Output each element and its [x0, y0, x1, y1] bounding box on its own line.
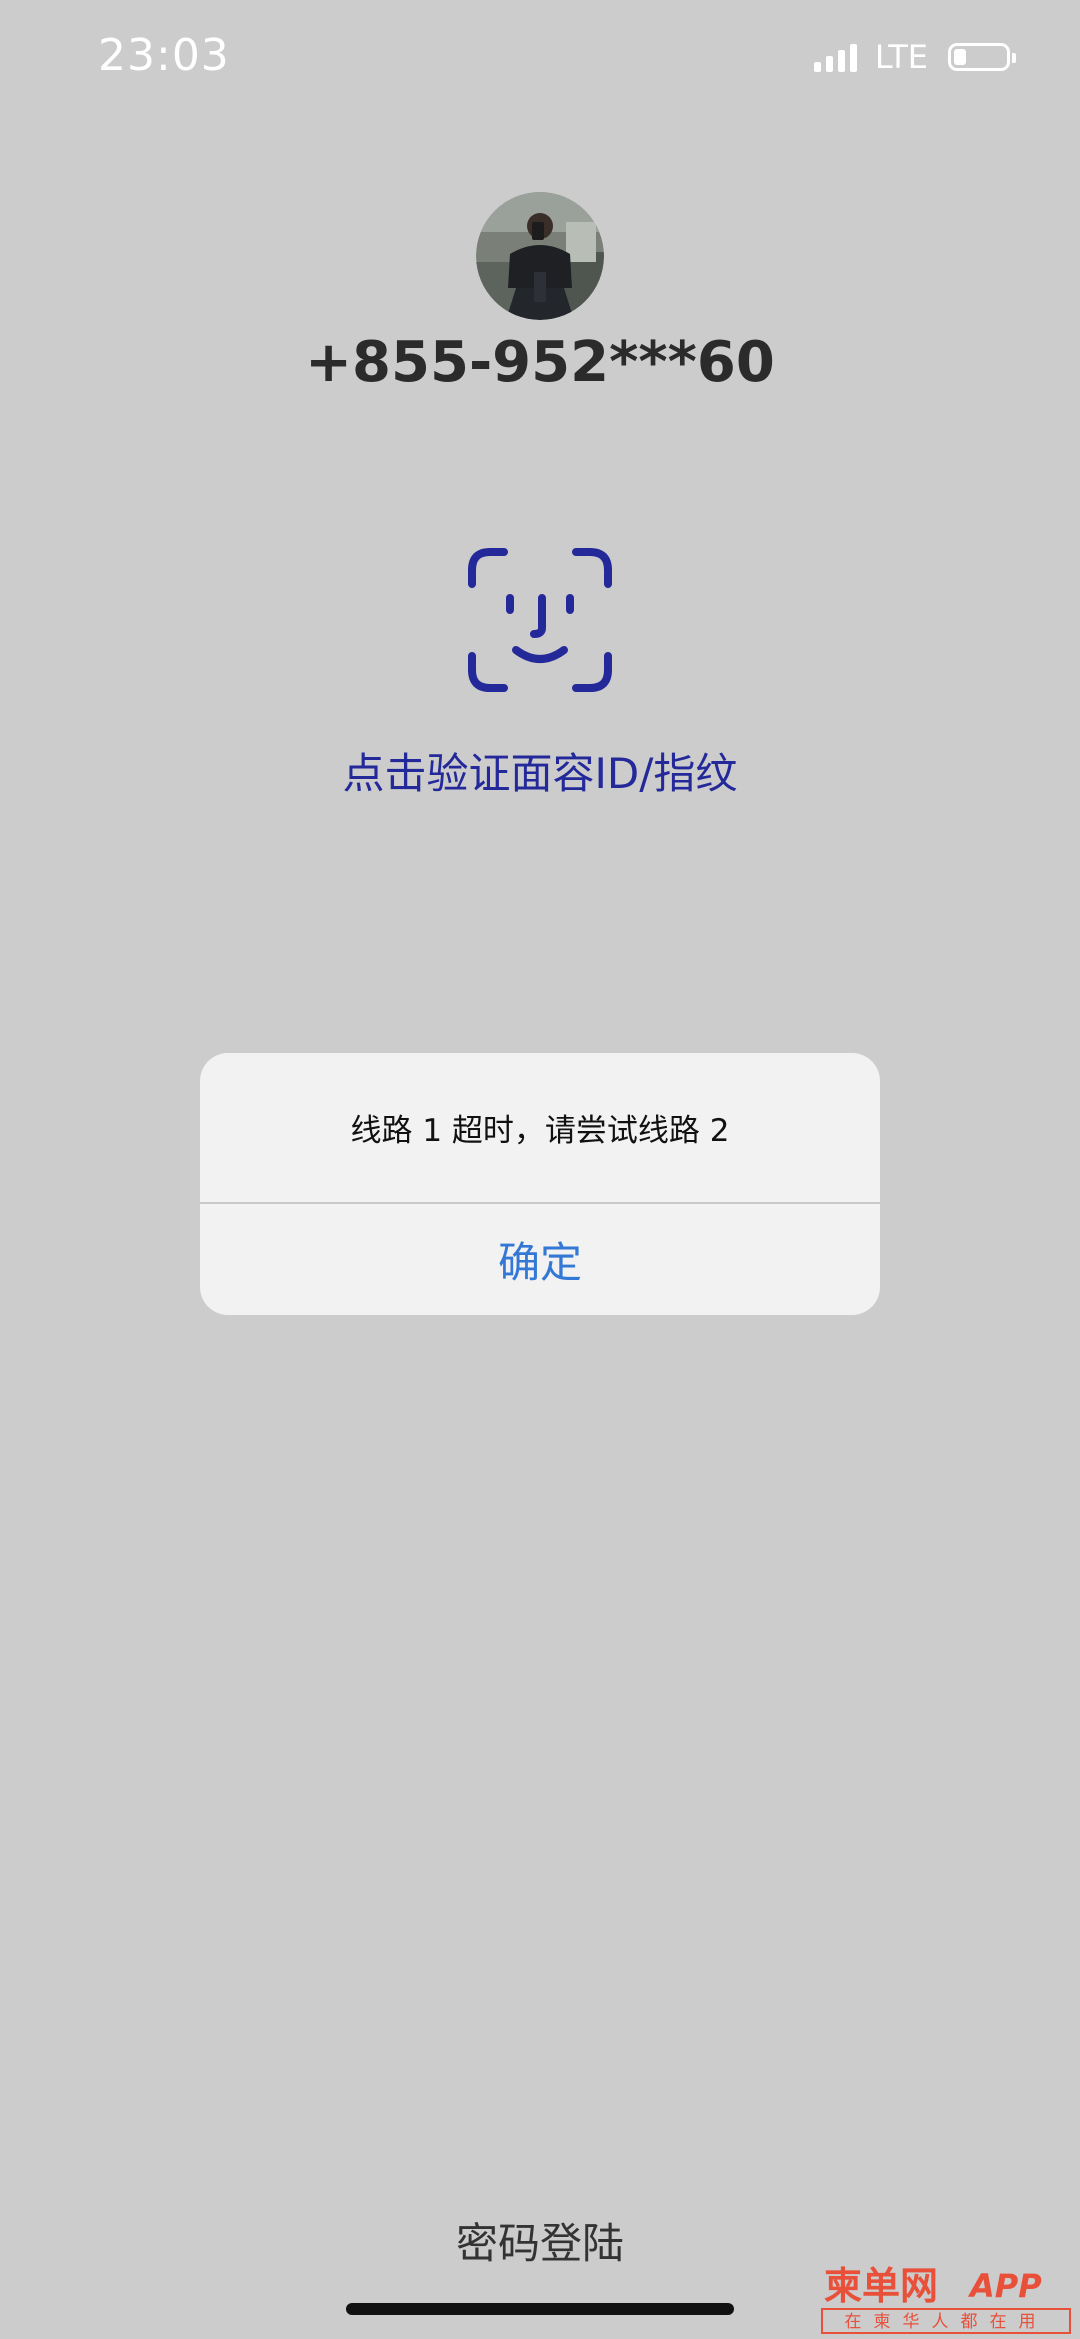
confirm-button[interactable]: 确定	[200, 1204, 880, 1315]
face-id-icon	[468, 548, 612, 692]
battery-icon	[948, 43, 1016, 71]
face-id-label[interactable]: 点击验证面容ID/指纹	[0, 740, 1080, 801]
home-indicator[interactable]	[346, 2303, 734, 2315]
alert-message: 线路 1 超时，请尝试线路 2	[350, 1112, 730, 1149]
status-indicators: LTE	[813, 38, 1016, 76]
svg-text:在柬华人都在用: 在柬华人都在用	[845, 2312, 1048, 2332]
face-id-button[interactable]	[466, 546, 614, 694]
svg-text:APP: APP	[967, 2267, 1042, 2305]
avatar	[476, 192, 604, 320]
svg-text:柬单网: 柬单网	[824, 2264, 938, 2308]
network-label: LTE	[874, 38, 928, 76]
status-bar: 23:03 LTE	[0, 0, 1080, 120]
watermark-logo: 柬单网 APP 在柬华人都在用	[820, 2255, 1075, 2335]
timeout-alert-dialog: 线路 1 超时，请尝试线路 2 确定	[200, 1053, 880, 1315]
phone-number: +855-952***60	[305, 330, 775, 395]
status-time: 23:03	[98, 30, 230, 81]
signal-icon	[813, 42, 857, 72]
